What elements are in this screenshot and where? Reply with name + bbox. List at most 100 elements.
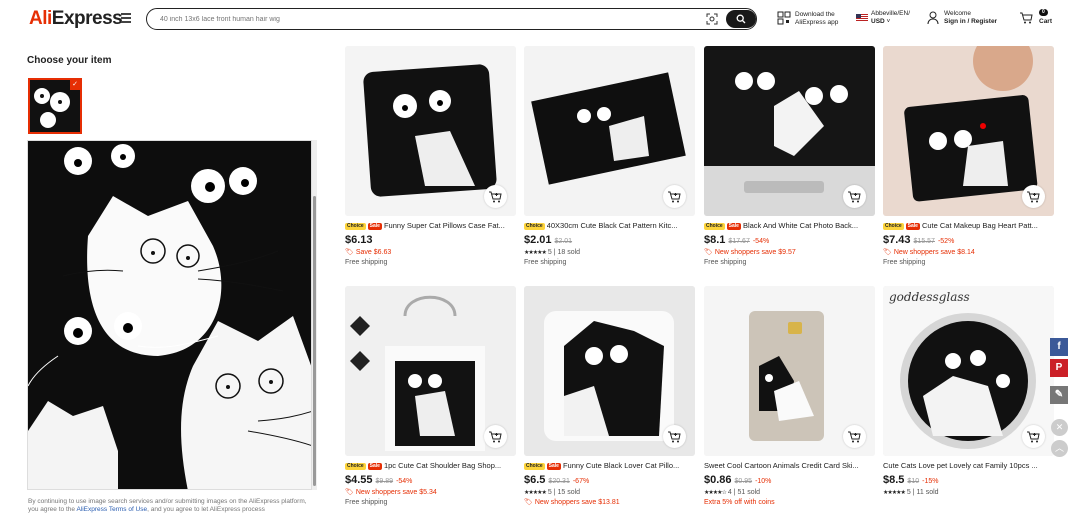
terms-of-use-link[interactable]: AliExpress Terms of Use <box>76 506 147 513</box>
product-card[interactable]: Choice Sale Funny Super Cat Pillows Case F… <box>345 46 516 268</box>
facebook-share-icon[interactable]: f <box>1050 338 1068 356</box>
product-title-text: Funny Cute Black Lover Cat Pillo... <box>562 461 680 470</box>
close-icon[interactable]: ✕ <box>1051 419 1068 436</box>
sale-badge: Sale <box>546 462 561 470</box>
price: $6.13 <box>345 234 373 246</box>
product-image[interactable] <box>883 46 1054 216</box>
price-row: $2.01 $2.01 <box>524 234 695 248</box>
search-button[interactable] <box>726 10 756 28</box>
product-title[interactable]: Sweet Cool Cartoon Animals Credit Card S… <box>704 461 875 471</box>
shipping-line: 🏷 New shoppers save $13.81 <box>524 499 620 506</box>
user-icon[interactable] <box>927 11 939 25</box>
choice-badge: Choice <box>345 462 366 470</box>
region-currency-selector[interactable]: Abbeville/EN/USD ˅ <box>871 10 910 26</box>
search-input[interactable] <box>160 15 680 23</box>
sale-badge: Sale <box>367 462 382 470</box>
image-search-camera-icon[interactable] <box>706 13 718 25</box>
price-row: $8.1 $17.67 -54% <box>704 234 875 248</box>
original-price: $20.31 <box>548 478 570 485</box>
rating-line: ★★★★★ 5 | 11 sold <box>883 489 939 496</box>
price-row: $8.5 $10 -15% <box>883 474 1054 488</box>
price-row: $0.86 $0.95 -10% <box>704 474 875 488</box>
qr-code-icon[interactable] <box>777 11 791 25</box>
product-title-text: Funny Super Cat Pillows Case Fat... <box>383 221 505 230</box>
product-image[interactable] <box>345 46 516 216</box>
price: $4.55 <box>345 474 373 486</box>
shipping-line: Extra 5% off with coins <box>704 499 775 506</box>
price-row: $6.13 <box>345 234 516 248</box>
add-to-cart-icon <box>1027 431 1040 442</box>
product-title[interactable]: Choice 40X30cm Cute Black Cat Pattern Kit… <box>524 221 695 231</box>
price-row: $4.55 $9.89 -54% <box>345 474 516 488</box>
choice-badge: Choice <box>883 222 904 230</box>
price: $6.5 <box>524 474 546 486</box>
uploaded-image-preview <box>27 140 312 490</box>
add-to-cart-button[interactable] <box>1022 185 1045 208</box>
selected-check-icon: ✓ <box>70 80 80 90</box>
account-signin[interactable]: Welcome Sign in / Register <box>944 10 997 26</box>
product-image[interactable] <box>704 46 875 216</box>
discount-percent: -67% <box>572 478 590 485</box>
rating-value: 5 <box>547 249 552 256</box>
product-card[interactable]: Choice Sale Funny Cute Black Lover Cat Pil… <box>524 286 695 508</box>
rating-line: ★★★★☆ 4 | 51 sold <box>704 489 761 496</box>
add-to-cart-button[interactable] <box>484 185 507 208</box>
product-title[interactable]: Choice Sale 1pc Cute Cat Shoulder Bag Shop… <box>345 461 516 471</box>
product-title-text: Cute Cat Makeup Bag Heart Patt... <box>921 221 1038 230</box>
shipping-line: Free shipping <box>883 259 926 266</box>
original-price: $2.01 <box>554 238 573 245</box>
sale-badge: Sale <box>905 222 920 230</box>
rating-line: ★★★★★ 5 | 15 sold <box>524 489 581 496</box>
cart-label[interactable]: Cart <box>1039 18 1052 26</box>
rating-line: ★★★★★ 5 | 18 sold <box>524 249 581 256</box>
sale-badge: Sale <box>367 222 382 230</box>
product-title-text: Sweet Cool Cartoon Animals Credit Card S… <box>704 461 859 470</box>
product-card[interactable]: Choice Sale 1pc Cute Cat Shoulder Bag Shop… <box>345 286 516 508</box>
product-card[interactable]: Sweet Cool Cartoon Animals Credit Card S… <box>704 286 875 508</box>
product-title[interactable]: Choice Sale Funny Cute Black Lover Cat Pil… <box>524 461 695 471</box>
product-image[interactable] <box>704 286 875 456</box>
aliexpress-logo[interactable]: AliExpress <box>29 8 123 30</box>
product-card[interactable]: Choice Sale Cute Cat Makeup Bag Heart Patt… <box>883 46 1054 268</box>
discount-percent: -54% <box>396 478 413 485</box>
product-image[interactable] <box>524 286 695 456</box>
selected-thumbnail[interactable]: ✓ <box>28 78 82 134</box>
original-price: $0.95 <box>734 478 753 485</box>
product-title-text: Cute Cats Love pet Lovely cat Family 10p… <box>883 461 1038 470</box>
promo-line: 🏷 New shoppers save $9.57 <box>704 249 796 256</box>
price: $0.86 <box>704 474 732 486</box>
original-price: $10 <box>907 478 920 485</box>
edit-pencil-icon[interactable]: ✎ <box>1050 386 1068 404</box>
add-to-cart-button[interactable] <box>843 185 866 208</box>
product-title[interactable]: Cute Cats Love pet Lovely cat Family 10p… <box>883 461 1054 471</box>
promo-line: 🏷 Save $6.63 <box>345 249 392 256</box>
cart-icon[interactable] <box>1020 12 1033 24</box>
add-to-cart-button[interactable] <box>663 185 686 208</box>
add-to-cart-button[interactable] <box>843 425 866 448</box>
product-image[interactable] <box>345 286 516 456</box>
product-card[interactable]: goddessglass Cute Cats Love pet Lovely ca… <box>883 286 1054 498</box>
promo-line: 🏷 New shoppers save $8.14 <box>883 249 975 256</box>
product-title-text: 1pc Cute Cat Shoulder Bag Shop... <box>383 461 502 470</box>
pinterest-share-icon[interactable]: P <box>1050 359 1068 377</box>
add-to-cart-icon <box>848 431 861 442</box>
discount-percent: -54% <box>752 238 770 245</box>
product-card[interactable]: Choice Sale Black And White Cat Photo Back… <box>704 46 875 268</box>
product-card[interactable]: Choice 40X30cm Cute Black Cat Pattern Kit… <box>524 46 695 268</box>
preview-scrollbar-thumb[interactable] <box>313 196 316 486</box>
add-to-cart-button[interactable] <box>1022 425 1045 448</box>
product-title[interactable]: Choice Sale Black And White Cat Photo Back… <box>704 221 875 231</box>
back-to-top-icon[interactable]: ︿ <box>1051 440 1068 457</box>
choice-badge: Choice <box>524 462 545 470</box>
product-image[interactable] <box>524 46 695 216</box>
download-app-link[interactable]: Download the AliExpress app <box>795 11 838 27</box>
product-title[interactable]: Choice Sale Funny Super Cat Pillows Case F… <box>345 221 516 231</box>
add-to-cart-button[interactable] <box>484 425 507 448</box>
price: $2.01 <box>524 234 552 246</box>
original-price: $17.67 <box>728 238 750 245</box>
product-image[interactable]: goddessglass <box>883 286 1054 456</box>
hamburger-menu-icon[interactable] <box>121 13 131 23</box>
add-to-cart-button[interactable] <box>663 425 686 448</box>
cat-artwork-image <box>28 141 311 489</box>
product-title[interactable]: Choice Sale Cute Cat Makeup Bag Heart Patt… <box>883 221 1054 231</box>
